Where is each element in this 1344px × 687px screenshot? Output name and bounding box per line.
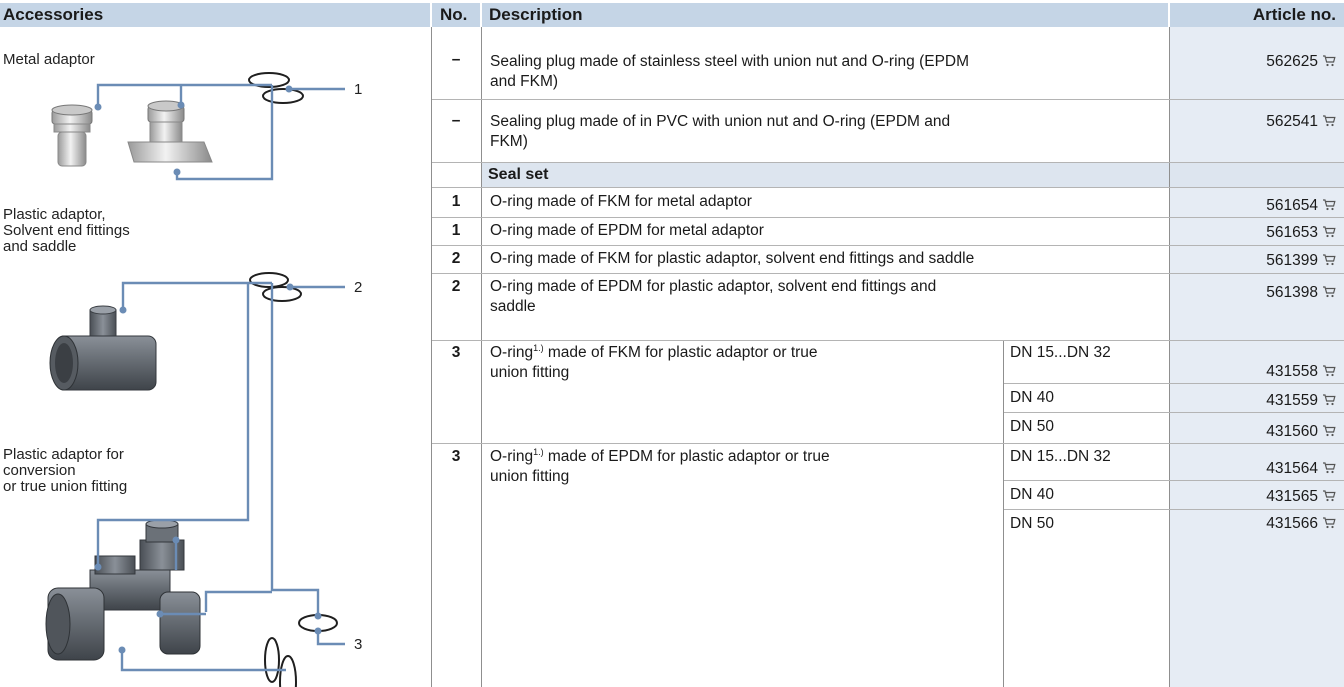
- callout-1: 1: [354, 81, 362, 98]
- article-number[interactable]: 562541: [1170, 112, 1336, 132]
- header-no: No.: [432, 3, 480, 27]
- shopping-cart-icon[interactable]: [1322, 115, 1336, 127]
- metal-adaptor-flange-image: [127, 100, 213, 163]
- row-description: O-ring1.) made of FKM for plastic adapto…: [490, 343, 818, 382]
- column-divider: [1003, 341, 1004, 687]
- row-number: –: [451, 112, 461, 129]
- article-number[interactable]: 561654: [1170, 196, 1336, 216]
- size-label: DN 15...DN 32: [1010, 448, 1111, 465]
- article-number[interactable]: 431559: [1170, 391, 1336, 411]
- article-number[interactable]: 431564: [1170, 459, 1336, 479]
- article-number[interactable]: 431565: [1170, 487, 1336, 507]
- row-number: 2: [451, 250, 461, 267]
- row-divider: [432, 217, 1344, 218]
- size-label: DN 50: [1010, 418, 1054, 435]
- shopping-cart-icon[interactable]: [1322, 55, 1336, 67]
- row-divider: [432, 245, 1344, 246]
- row-number: 1: [451, 193, 461, 210]
- row-description: O-ring made of EPDM for metal adaptor: [490, 222, 764, 239]
- shopping-cart-icon[interactable]: [1322, 394, 1336, 406]
- article-number[interactable]: 431560: [1170, 422, 1336, 442]
- header-accessories: Accessories: [0, 3, 430, 27]
- row-divider: [1004, 412, 1344, 413]
- row-number: 3: [451, 448, 461, 465]
- row-number: 2: [451, 278, 461, 295]
- shopping-cart-icon[interactable]: [1322, 490, 1336, 502]
- article-number[interactable]: 561399: [1170, 251, 1336, 271]
- seal-set-heading: Seal set: [482, 163, 1344, 187]
- size-label: DN 50: [1010, 515, 1054, 532]
- row-description: O-ring1.) made of EPDM for plastic adapt…: [490, 447, 830, 486]
- size-label: DN 40: [1010, 389, 1054, 406]
- size-label: DN 15...DN 32: [1010, 344, 1111, 361]
- o-ring-group-3: [264, 614, 338, 687]
- shopping-cart-icon[interactable]: [1322, 226, 1336, 238]
- shopping-cart-icon[interactable]: [1322, 199, 1336, 211]
- row-divider: [1004, 383, 1344, 384]
- metal-adaptor-round-image: [51, 104, 93, 167]
- shopping-cart-icon[interactable]: [1322, 286, 1336, 298]
- header-article-no: Article no.: [1170, 3, 1344, 27]
- shopping-cart-icon[interactable]: [1322, 254, 1336, 266]
- article-number[interactable]: 561398: [1170, 283, 1336, 303]
- row-number: 3: [451, 344, 461, 361]
- shopping-cart-icon[interactable]: [1322, 365, 1336, 377]
- row-divider: [432, 273, 1344, 274]
- row-description: O-ring made of EPDM for plastic adaptor,…: [490, 278, 937, 315]
- row-description: Sealing plug made of in PVC with union n…: [490, 113, 951, 150]
- row-divider: [432, 340, 1344, 341]
- size-label: DN 40: [1010, 486, 1054, 503]
- row-divider: [1004, 509, 1344, 510]
- row-description: Sealing plug made of stainless steel wit…: [490, 53, 970, 90]
- accessories-illustration: 1 2 3: [45, 72, 362, 687]
- callout-2: 2: [354, 279, 362, 296]
- row-divider: [1004, 480, 1344, 481]
- row-description: O-ring made of FKM for plastic adaptor, …: [490, 250, 975, 267]
- row-number: 1: [451, 222, 461, 239]
- header-description: Description: [482, 3, 1168, 27]
- row-divider: [432, 443, 1344, 444]
- row-divider: [432, 99, 1344, 100]
- shopping-cart-icon[interactable]: [1322, 462, 1336, 474]
- row-divider: [432, 162, 1344, 163]
- row-number: –: [451, 51, 461, 68]
- row-divider: [432, 187, 1344, 188]
- article-number[interactable]: 561653: [1170, 223, 1336, 243]
- shopping-cart-icon[interactable]: [1322, 517, 1336, 529]
- article-number[interactable]: 431558: [1170, 362, 1336, 382]
- column-divider: [481, 27, 482, 687]
- callout-3: 3: [354, 636, 362, 653]
- article-number[interactable]: 562625: [1170, 52, 1336, 72]
- row-description: O-ring made of FKM for metal adaptor: [490, 193, 752, 210]
- shopping-cart-icon[interactable]: [1322, 425, 1336, 437]
- article-number[interactable]: 431566: [1170, 514, 1336, 534]
- plastic-tee-image: [49, 305, 157, 391]
